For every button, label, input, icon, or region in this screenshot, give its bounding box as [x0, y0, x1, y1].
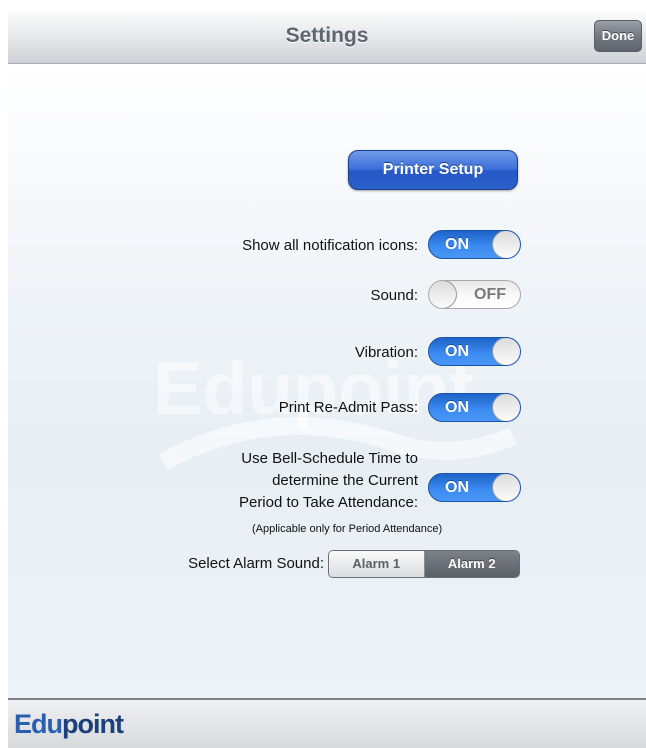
readmit-pass-label: Print Re-Admit Pass:: [278, 399, 418, 416]
alarm-1-option[interactable]: Alarm 1: [329, 551, 425, 577]
toggle-state: ON: [445, 399, 469, 416]
footer-bar: Edupoint: [8, 698, 646, 748]
logo-part1: Edu: [14, 709, 63, 739]
toggle-knob: [492, 231, 520, 258]
sound-label: Sound:: [370, 287, 418, 304]
toggle-state: ON: [445, 343, 469, 360]
settings-panel: Edupoint Printer Setup Show all notifica…: [8, 64, 646, 698]
edupoint-logo: Edupoint: [14, 708, 124, 740]
vibration-toggle[interactable]: ON: [428, 337, 521, 366]
done-button[interactable]: Done: [594, 20, 642, 52]
page-title: Settings: [285, 24, 369, 47]
bell-schedule-label-line3: Period to Take Attendance:: [238, 494, 418, 511]
alarm-sound-label: Select Alarm Sound:: [188, 555, 324, 572]
toggle-state: ON: [445, 236, 469, 253]
sound-toggle[interactable]: OFF: [428, 280, 521, 309]
notification-icons-label: Show all notification icons:: [242, 237, 418, 254]
alarm-2-option[interactable]: Alarm 2: [424, 551, 519, 577]
bell-schedule-label-line1: Use Bell-Schedule Time to: [241, 450, 418, 467]
toggle-state: OFF: [474, 286, 506, 303]
alarm-sound-segmented-control: Alarm 1 Alarm 2: [328, 550, 520, 578]
svg-text:Edupoint: Edupoint: [153, 347, 474, 430]
vibration-label: Vibration:: [354, 344, 418, 361]
toggle-knob: [492, 338, 520, 365]
bell-schedule-label-line2: determine the Current: [272, 472, 418, 489]
toggle-state: ON: [445, 479, 469, 496]
period-attendance-note: (Applicable only for Period Attendance): [252, 523, 443, 535]
bell-schedule-toggle[interactable]: ON: [428, 473, 521, 502]
toggle-knob: [492, 394, 520, 421]
logo-part2: point: [62, 709, 124, 739]
notification-icons-toggle[interactable]: ON: [428, 230, 521, 259]
readmit-pass-toggle[interactable]: ON: [428, 393, 521, 422]
printer-setup-button[interactable]: Printer Setup: [348, 150, 518, 190]
nav-bar: Settings Done: [8, 10, 646, 64]
toggle-knob: [492, 474, 520, 501]
toggle-knob: [429, 281, 457, 308]
